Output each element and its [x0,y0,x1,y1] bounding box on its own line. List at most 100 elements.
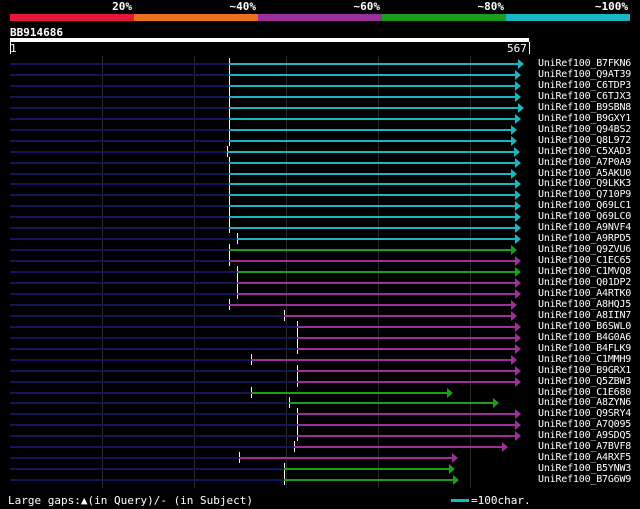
alignment-arrow [452,453,458,464]
alignment-arrow [515,179,521,190]
ruler-end-label: 567 [507,42,527,55]
alignment-arrow [515,157,521,168]
query-baseline [10,260,229,263]
hit-label-link[interactable]: UniRef100_A4RTK0 [538,288,631,299]
hit-label-link[interactable]: UniRef100_B9GRX1 [538,365,631,376]
alignment-bar [229,139,511,142]
alignment-bar [237,238,515,241]
hit-label-link[interactable]: UniRef100_Q69LC0 [538,211,631,222]
alignment-arrow [515,190,521,201]
hit-label-link[interactable]: UniRef100_Q94BS2 [538,124,631,135]
alignment-arrow [453,475,459,486]
hit-label-link[interactable]: UniRef100_B6SWL0 [538,321,631,332]
query-baseline [10,172,229,175]
alignment-bar [229,205,515,208]
hit-label-link[interactable]: UniRef100_A4RXF5 [538,452,631,463]
alignment-arrow [515,113,521,124]
alignment-arrow [518,102,524,113]
alignment-bar [289,402,493,405]
alignment-arrow [511,310,517,321]
query-baseline [10,435,297,438]
hit-label-link[interactable]: UniRef100_B4FLK9 [538,343,631,354]
query-baseline [10,249,229,252]
query-baseline [10,446,294,449]
hit-label-link[interactable]: UniRef100_Q9SRY4 [538,408,631,419]
hit-label-link[interactable]: UniRef100_C1E680 [538,387,631,398]
query-baseline [10,84,229,87]
alignment-arrow [502,442,508,453]
alignment-arrow [515,278,521,288]
hit-label-link[interactable]: UniRef100_A9SDQ5 [538,430,631,441]
query-baseline [10,457,239,460]
hit-label-link[interactable]: UniRef100_Q01DP2 [538,277,631,288]
hit-label-link[interactable]: UniRef100_C1MVQ8 [538,266,631,277]
hit-label-link[interactable]: UniRef100_C6TJX3 [538,91,631,102]
hit-row[interactable]: UniRef100_B7G6W9 [10,474,640,486]
alignment-arrow [511,354,517,365]
alignment-bar [297,325,515,328]
legend-segment [134,14,258,21]
query-baseline [10,95,229,98]
hit-label-link[interactable]: UniRef100_B5YNW3 [538,463,631,474]
hit-label-link[interactable]: UniRef100_A5AKU0 [538,168,631,179]
hit-label-link[interactable]: UniRef100_C1MMH9 [538,354,631,365]
alignment-bar [229,227,515,230]
query-baseline [10,413,297,416]
hit-label-link[interactable]: UniRef100_A9RPD5 [538,233,631,244]
hit-label-link[interactable]: UniRef100_A7Q095 [538,419,631,430]
alignment-bar [237,271,515,274]
hit-label-link[interactable]: UniRef100_C6TDP3 [538,80,631,91]
legend-label: ~60% [353,0,381,13]
hit-label-link[interactable]: UniRef100_Q710P9 [538,189,631,200]
alignment-bar [229,106,518,109]
alignment-arrow [515,431,521,442]
hit-label-link[interactable]: UniRef100_C1EC65 [538,255,631,266]
hit-label-link[interactable]: UniRef100_Q9AT39 [538,69,631,80]
hit-label-link[interactable]: UniRef100_A7BVF8 [538,441,631,452]
hit-label-link[interactable]: UniRef100_Q69LC1 [538,200,631,211]
query-baseline [10,347,297,350]
alignment-arrow [515,267,521,278]
hit-label-link[interactable]: UniRef100_Q8L972 [538,135,631,146]
alignment-bar [229,194,515,197]
hit-label-link[interactable]: UniRef100_B9GXY1 [538,113,631,124]
alignment-bar [297,369,515,372]
query-baseline [10,358,251,361]
scale-bar [451,499,469,502]
hit-label-link[interactable]: UniRef100_B7FKN6 [538,58,631,69]
alignment-bar [239,457,452,460]
hit-label-link[interactable]: UniRef100_A8ZYN6 [538,397,631,408]
hit-label-link[interactable]: UniRef100_Q5ZBW3 [538,376,631,387]
alignment-arrow [511,135,517,146]
hit-label-link[interactable]: UniRef100_B7G6W9 [538,474,631,485]
hit-label-link[interactable]: UniRef100_A9NVF4 [538,222,631,233]
query-baseline [10,402,289,405]
alignment-arrow [511,245,517,256]
query-baseline [10,271,237,274]
alignment-arrow [515,365,521,376]
hit-label-link[interactable]: UniRef100_C5XAD3 [538,146,631,157]
query-baseline [10,336,297,339]
alignment-bar [251,391,447,394]
hit-label-link[interactable]: UniRef100_B4G0A6 [538,332,631,343]
hit-label-link[interactable]: UniRef100_B9SBN8 [538,102,631,113]
query-baseline [10,183,229,186]
hit-label-link[interactable]: UniRef100_A8HQJ5 [538,299,631,310]
alignment-arrow [515,69,521,80]
hit-label-link[interactable]: UniRef100_Q9LKK3 [538,178,631,189]
alignment-arrow [447,387,453,398]
hit-label-link[interactable]: UniRef100_A7P0A9 [538,157,631,168]
alignment-bar [294,446,502,449]
query-baseline [10,106,229,109]
query-baseline [10,227,229,230]
alignment-bar [284,479,453,482]
hit-label-link[interactable]: UniRef100_A8IIN7 [538,310,631,321]
query-baseline [10,238,237,241]
alignment-bar [229,128,511,131]
alignment-arrow [515,234,521,245]
hit-label-link[interactable]: UniRef100_Q9ZVU6 [538,244,631,255]
alignment-arrow [515,321,521,332]
alignment-arrow [511,168,517,179]
legend-segment [382,14,506,21]
alignment-bar [237,292,515,295]
